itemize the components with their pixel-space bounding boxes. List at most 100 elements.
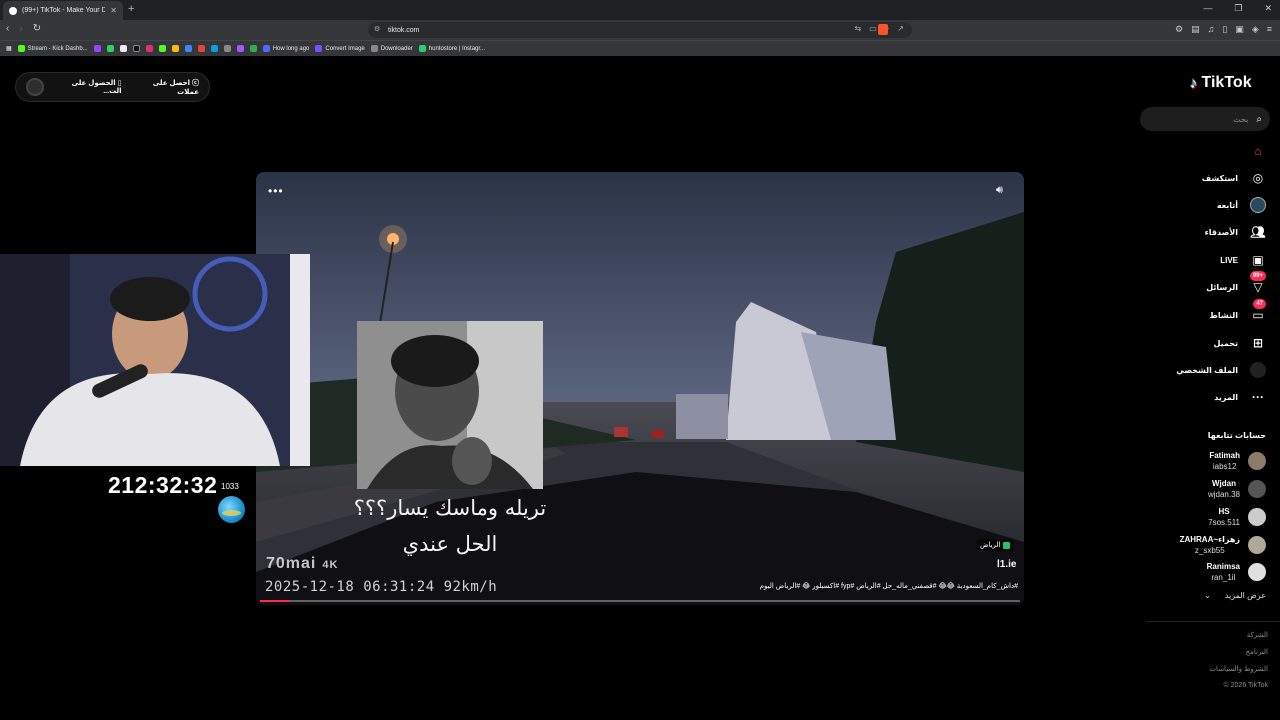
forward-icon[interactable]: ›	[19, 23, 22, 34]
get-app-link[interactable]: ▯ الحصول على الت...	[52, 79, 122, 95]
extension-icon[interactable]: ⚙	[1175, 24, 1183, 35]
more-icon: ···	[1252, 390, 1264, 404]
webcam-overlay	[0, 254, 310, 466]
sidebar-item-explore[interactable]: استكشف ◎	[1136, 170, 1266, 186]
apps-icon[interactable]: ▦	[6, 45, 12, 52]
browser-tab[interactable]: (99+) TikTok - Make Your Day ✕	[3, 1, 123, 20]
location-tag[interactable]: الرياض	[976, 539, 1015, 551]
bookmark-favicon-icon	[262, 45, 270, 52]
bookmark-item[interactable]: huntostore | Instagr...	[418, 45, 485, 52]
sidebar-item-messages[interactable]: الرسائل ▽ 99+	[1136, 271, 1266, 295]
translate-icon[interactable]: ⇆	[855, 24, 862, 34]
bookmark-favicon-icon	[315, 45, 323, 52]
bookmark-icon-only[interactable]	[197, 45, 205, 52]
sidebar-item-friends[interactable]: الأصدقاء 👥︎	[1136, 224, 1266, 240]
site-info-icon[interactable]: ⚙	[374, 25, 380, 33]
sidebar-item-home[interactable]: ⌂	[1136, 143, 1266, 159]
sidebar-icon[interactable]: ▯	[1222, 24, 1227, 35]
video-caption-line-1: تريله وماسك يسار؟؟؟	[353, 496, 547, 520]
avatar	[1248, 508, 1266, 526]
video-description: #داش_كام_السعودية 😂😂 #قصفني_ماله_حل #الر…	[759, 583, 1018, 590]
bookmark-icon-only[interactable]	[93, 45, 101, 52]
video-progress-bar[interactable]	[260, 600, 1020, 602]
messages-icon: ▽ 99+	[1249, 271, 1266, 295]
bookmark-icon-only[interactable]	[236, 45, 244, 52]
sidebar-item-upload[interactable]: تحميل ⊞	[1136, 335, 1266, 351]
bookmark-icon-only[interactable]	[223, 45, 231, 52]
back-icon[interactable]: ‹	[6, 23, 9, 34]
reload-icon[interactable]: ↻	[33, 23, 41, 34]
shield-icon[interactable]: ◈	[1252, 24, 1259, 35]
brave-shields-icon[interactable]	[878, 24, 888, 35]
bookmark-icon-only[interactable]	[171, 45, 179, 52]
window-controls: — ❐ ✕	[1203, 3, 1272, 14]
followed-account[interactable]: Wjdan wjdan.38	[1208, 478, 1266, 500]
footer-link[interactable]: الشروط والسياسات	[1209, 665, 1268, 673]
bookmark-item[interactable]: Stream - Kick Dashb...	[17, 45, 88, 52]
volume-icon[interactable]: 🔊︎	[996, 184, 1003, 197]
bookmark-item[interactable]: Downloader	[370, 45, 413, 52]
sidebar-item-activity[interactable]: النشاط ▭ 47	[1136, 299, 1266, 323]
dashcam-brand: 70mai 4K	[266, 555, 339, 572]
bookmark-icon-only[interactable]	[210, 45, 218, 52]
location-pin-icon	[1003, 541, 1011, 549]
bookmark-icon-only[interactable]	[145, 45, 153, 52]
search-input[interactable]: بحث ⌕	[1140, 107, 1270, 131]
tiktok-logo[interactable]: ♪ TikTok	[1190, 74, 1252, 92]
get-coins-link[interactable]: ⓒ احصل على عملات	[130, 78, 199, 96]
footer-copyright: © 2026 TikTok	[1223, 682, 1268, 689]
globe-icon	[218, 496, 245, 523]
sidebar-divider	[1146, 621, 1280, 622]
user-avatar[interactable]	[25, 78, 44, 96]
bookmark-icon-only[interactable]	[158, 45, 166, 52]
browser-toolbar: ‹ › ↻ ⚙ tiktok.com ⇆ ▭ ⌕ ↗ ☐	[0, 20, 1280, 54]
sidebar-item-live[interactable]: LIVE ▣	[1136, 252, 1266, 268]
compass-icon: ◎	[1252, 171, 1264, 185]
close-tab-icon[interactable]: ✕	[110, 6, 117, 15]
footer-link[interactable]: البرنامج	[1246, 648, 1268, 656]
bookmark-icon-only[interactable]	[119, 45, 127, 52]
bookmark-icon-only[interactable]	[249, 45, 257, 52]
progress-fill	[260, 600, 291, 602]
tiktok-note-icon: ♪	[1190, 74, 1198, 92]
stream-timer: 212:32:32	[108, 472, 218, 498]
bookmark-icon-only[interactable]	[132, 45, 140, 52]
footer-link[interactable]: الشركة	[1247, 631, 1268, 639]
minimize-icon[interactable]: —	[1203, 3, 1212, 14]
avatar	[1248, 452, 1266, 470]
more-options-icon[interactable]: •••	[268, 184, 284, 198]
see-more-accounts[interactable]: ⌄ عرض المزيد	[1204, 591, 1266, 600]
new-tab-button[interactable]: +	[128, 3, 134, 15]
followed-account[interactable]: Fatimah iabs12	[1209, 450, 1266, 472]
sidebar-item-profile[interactable]: الملف الشخصي	[1136, 362, 1266, 378]
sidebar-item-following[interactable]: أتابعه	[1136, 197, 1266, 213]
sidebar-item-more[interactable]: المزيد ···	[1136, 389, 1266, 405]
bookmark-item[interactable]: How long ago	[262, 45, 309, 52]
address-bar[interactable]: ⚙ tiktok.com ⇆ ▭ ⌕ ↗	[368, 22, 912, 38]
share-icon[interactable]: ↗	[897, 24, 904, 34]
bookmark-item[interactable]: Convert Image	[315, 45, 365, 52]
cast-icon[interactable]: ▭	[869, 24, 877, 34]
live-icon: ▣	[1252, 253, 1264, 267]
wallet-icon[interactable]: ▣	[1235, 24, 1244, 35]
restore-icon[interactable]: ❐	[1234, 3, 1242, 14]
followed-account[interactable]: ZAHRAA~زهراء z_sxb55	[1180, 534, 1266, 556]
url-text: tiktok.com	[388, 26, 420, 34]
avatar	[1248, 563, 1266, 581]
followed-account[interactable]: Ranimsa ran_1il	[1207, 561, 1266, 583]
close-window-icon[interactable]: ✕	[1264, 3, 1272, 14]
chevron-down-icon: ⌄	[1204, 591, 1211, 600]
extension-icon[interactable]: ▤	[1191, 24, 1200, 35]
video-author[interactable]: l1.ie	[997, 559, 1016, 570]
music-icon[interactable]: ♫	[1208, 24, 1215, 35]
bookmark-favicon-icon	[17, 45, 25, 52]
menu-icon[interactable]: ≡	[1267, 24, 1272, 35]
bookmark-favicon-icon	[418, 45, 426, 52]
bookmarks-bar: ▦ Stream - Kick Dashb... How long ago Co…	[0, 40, 1280, 56]
followed-account[interactable]: HS 7sos.511	[1208, 506, 1266, 528]
activity-badge: 47	[1253, 299, 1266, 309]
bookmark-icon-only[interactable]	[184, 45, 192, 52]
bookmark-icon-only[interactable]	[106, 45, 114, 52]
avatar	[1248, 480, 1266, 498]
search-icon[interactable]: ⌕	[1256, 114, 1262, 125]
